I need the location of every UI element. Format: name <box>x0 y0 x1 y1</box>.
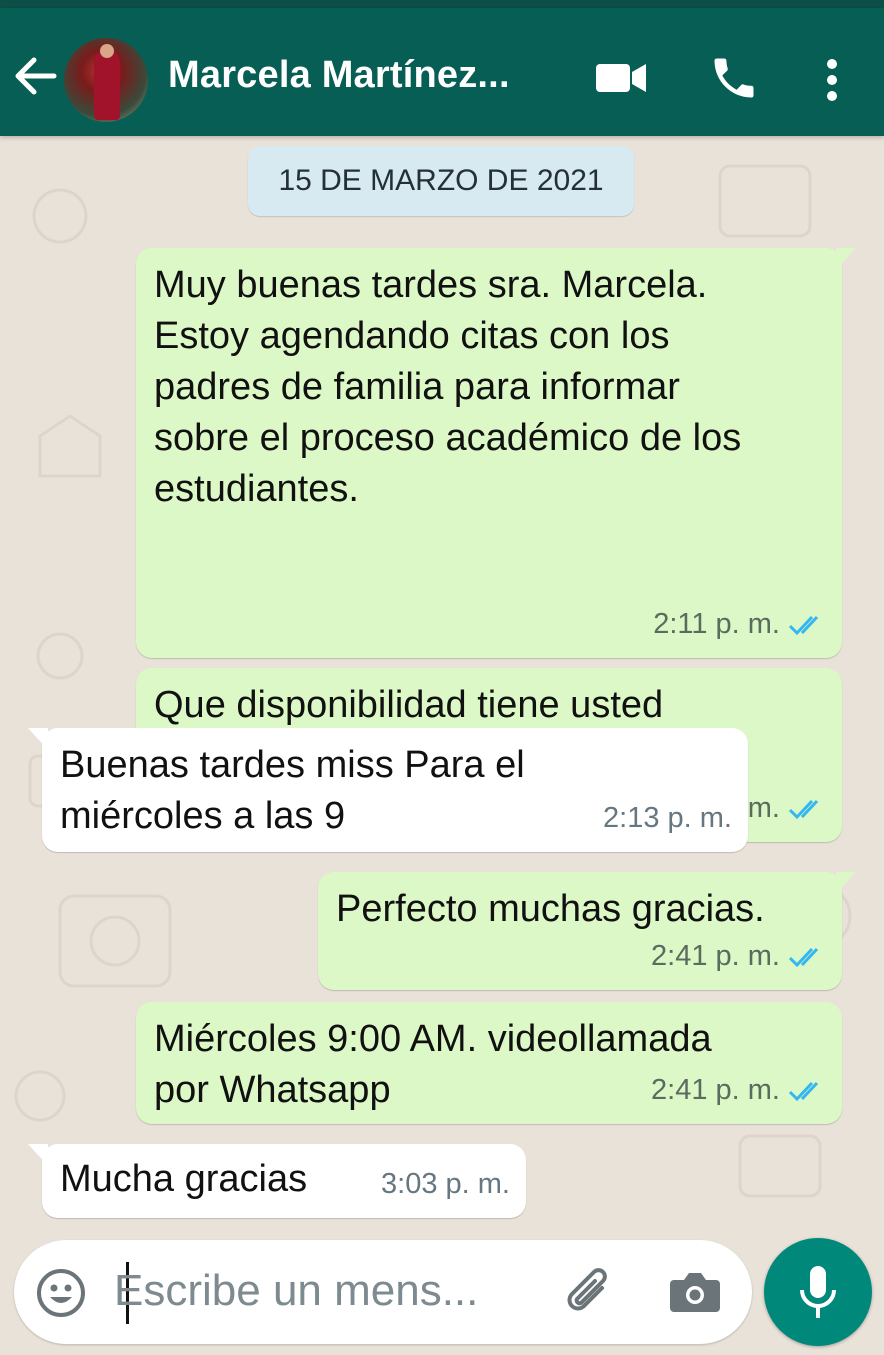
video-call-icon[interactable] <box>594 58 648 103</box>
bubble-tail <box>28 728 48 750</box>
message-time: 2:11 p. m. <box>653 608 780 640</box>
camera-icon[interactable] <box>668 1268 722 1321</box>
message-incoming[interactable]: Buenas tardes miss Para el miércoles a l… <box>28 728 748 852</box>
avatar-head <box>100 44 114 58</box>
status-bar <box>0 0 884 8</box>
message-outgoing[interactable]: Miércoles 9:00 AM. videollamada por What… <box>136 1002 842 1124</box>
chat-area[interactable]: 15 DE MARZO DE 2021 Muy buenas tardes sr… <box>0 136 884 1240</box>
mic-icon <box>800 1266 836 1318</box>
message-meta: 2:11 p. m. <box>653 599 826 650</box>
double-check-read-icon <box>788 1079 826 1103</box>
bubble-tail <box>28 1144 48 1166</box>
message-time: 2:41 p. m. <box>651 940 780 972</box>
message-time: 2:13 p. m. <box>603 802 732 834</box>
message-input[interactable]: Escribe un mens... <box>114 1266 478 1316</box>
message-meta: 2:41 p. m. <box>651 931 826 982</box>
double-check-read-icon <box>788 613 826 637</box>
chat-header: Marcela Martínez... <box>0 8 884 136</box>
contact-name[interactable]: Marcela Martínez... <box>168 54 510 97</box>
message-meta: 2:41 p. m. <box>651 1065 826 1116</box>
message-text: Muy buenas tardes sra. Marcela. Estoy ag… <box>154 264 742 510</box>
message-outgoing[interactable]: Perfecto muchas gracias. 2:41 p. m. <box>318 872 856 990</box>
avatar[interactable] <box>64 38 148 122</box>
date-chip: 15 DE MARZO DE 2021 <box>248 146 634 216</box>
attach-icon[interactable] <box>562 1266 618 1327</box>
bubble-tail <box>836 248 856 270</box>
message-time: 2:41 p. m. <box>651 1074 780 1106</box>
avatar-figure <box>94 50 120 120</box>
mic-button[interactable] <box>764 1238 872 1346</box>
message-composer[interactable]: Escribe un mens... <box>14 1240 752 1344</box>
phone-icon[interactable] <box>708 52 760 109</box>
more-vert-icon[interactable] <box>824 58 840 107</box>
message-meta: 2:13 p. m. <box>603 793 732 844</box>
message-meta: 3:03 p. m. <box>381 1159 510 1210</box>
message-time: 3:03 p. m. <box>381 1168 510 1200</box>
emoji-icon[interactable] <box>36 1268 86 1323</box>
message-outgoing[interactable]: Muy buenas tardes sra. Marcela. Estoy ag… <box>136 248 856 658</box>
double-check-read-icon <box>788 797 826 821</box>
message-text: Perfecto muchas gracias. <box>336 888 765 930</box>
message-incoming[interactable]: Mucha gracias 3:03 p. m. <box>28 1144 526 1218</box>
back-arrow-icon[interactable] <box>14 56 58 96</box>
double-check-read-icon <box>788 945 826 969</box>
bubble-tail <box>836 872 856 894</box>
